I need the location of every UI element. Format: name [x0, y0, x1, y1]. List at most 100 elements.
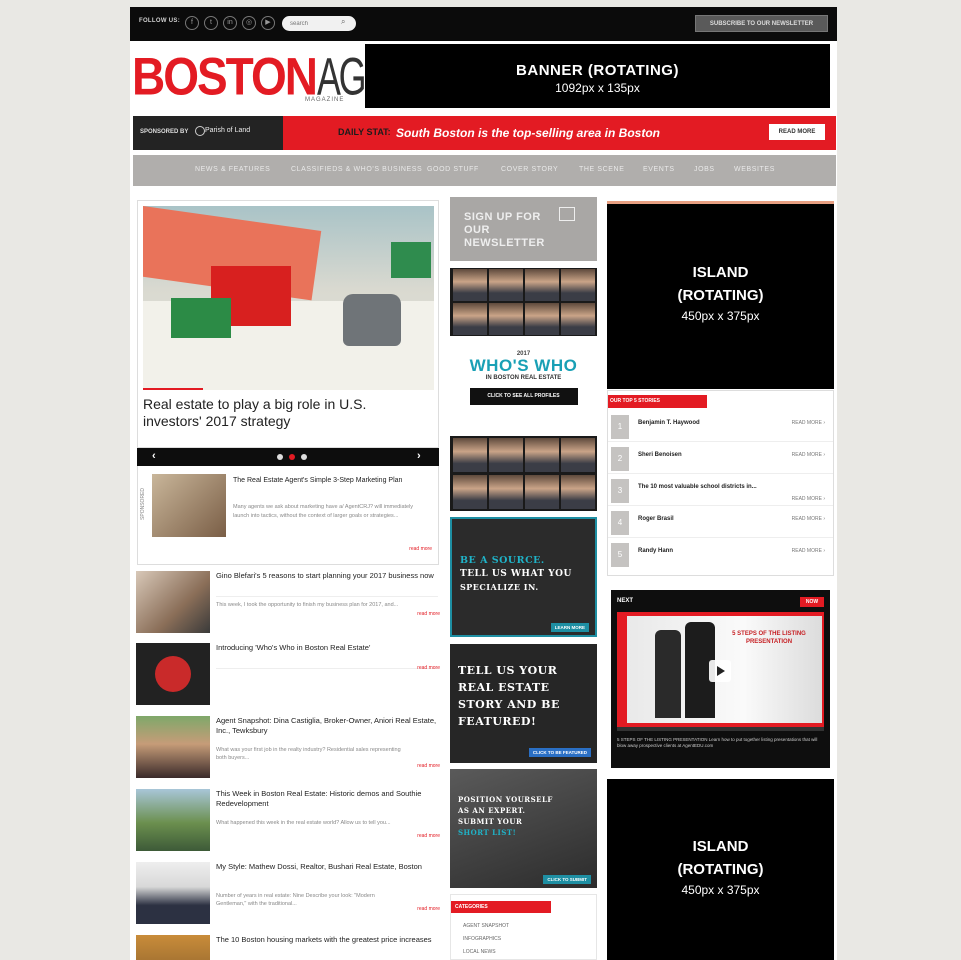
video-progress-bar[interactable] [617, 727, 824, 731]
article-read-more[interactable]: read more [417, 665, 440, 671]
story-read-more[interactable]: READ MORE › [792, 496, 825, 502]
article-title[interactable]: Agent Snapshot: Dina Castiglia, Broker-O… [216, 716, 438, 736]
nav-item-jobs[interactable]: JOBS [694, 166, 715, 173]
slider-dot-active[interactable] [289, 454, 295, 460]
subscribe-newsletter-button[interactable]: SUBSCRIBE TO OUR NEWSLETTER [695, 15, 828, 32]
list-item[interactable]: Agent Snapshot: Dina Castiglia, Broker-O… [136, 716, 440, 782]
list-item[interactable]: The 10 Boston housing markets with the g… [136, 935, 440, 960]
person-photo [561, 475, 595, 509]
position-yourself-button[interactable]: CLICK TO SUBMIT [543, 875, 591, 884]
list-item[interactable]: 1 Benjamin T. Haywood READ MORE › [608, 411, 833, 442]
article-thumbnail[interactable] [136, 571, 210, 633]
rank-number: 2 [611, 447, 629, 471]
story-title[interactable]: The 10 most valuable school districts in… [638, 484, 757, 490]
article-thumbnail[interactable] [136, 862, 210, 924]
nav-item-classifieds[interactable]: CLASSIFIEDS & WHO'S BUSINESS [291, 166, 422, 173]
story-read-more[interactable]: READ MORE › [792, 548, 825, 554]
article-title[interactable]: Introducing 'Who's Who in Boston Real Es… [216, 643, 438, 653]
whos-who-photos-top[interactable] [450, 268, 597, 336]
list-item[interactable]: Gino Blefari's 5 reasons to start planni… [136, 571, 440, 637]
video-player[interactable]: NEXT NOW 5 STEPS OF THE LISTING PRESENTA… [611, 590, 830, 768]
follow-us-label: FOLLOW US: [139, 18, 180, 24]
article-thumbnail[interactable] [136, 935, 210, 960]
search-icon[interactable]: ⌕ [341, 17, 345, 27]
slider-next-icon[interactable]: › [417, 450, 421, 462]
story-read-more[interactable]: READ MORE › [792, 420, 825, 426]
list-item[interactable]: 5 Randy Hann READ MORE › [608, 539, 833, 570]
article-title[interactable]: My Style: Mathew Dossi, Realtor, Bushari… [216, 862, 438, 872]
category-link[interactable]: AGENT SNAPSHOT [463, 923, 509, 929]
category-link[interactable]: LOCAL NEWS [463, 949, 496, 955]
video-caption: 5 STEPS OF THE LISTING PRESENTATION Lear… [617, 737, 818, 748]
island-ad-top[interactable]: ISLAND (ROTATING) 450px x 375px [607, 201, 834, 389]
story-title[interactable]: Roger Brasil [638, 516, 674, 522]
newsletter-signup-label: SIGN UP FOR OUR NEWSLETTER [464, 211, 545, 249]
list-item[interactable]: 3 The 10 most valuable school districts … [608, 475, 833, 506]
story-read-more[interactable]: READ MORE › [792, 516, 825, 522]
person-photo [489, 438, 523, 472]
newsletter-signup-ad[interactable]: SIGN UP FOR OUR NEWSLETTER [450, 197, 597, 261]
play-icon[interactable] [709, 660, 731, 682]
story-title[interactable]: Sheri Benoisen [638, 452, 682, 458]
sponsor-name[interactable]: Parish of Land [205, 127, 250, 134]
linkedin-icon[interactable]: in [223, 16, 237, 30]
story-title[interactable]: Randy Hann [638, 548, 673, 554]
twitter-icon[interactable]: t [204, 16, 218, 30]
position-yourself-ad[interactable]: POSITION YOURSELF AS AN EXPERT. SUBMIT Y… [450, 769, 597, 888]
article-thumbnail[interactable] [136, 716, 210, 778]
list-item[interactable]: My Style: Mathew Dossi, Realtor, Bushari… [136, 862, 440, 928]
categories-header: CATEGORIES [451, 901, 551, 913]
article-read-more[interactable]: read more [417, 833, 440, 839]
featured-story[interactable]: Real estate to play a big role in U.S. i… [137, 200, 439, 448]
slider-dot[interactable] [277, 454, 283, 460]
youtube-icon[interactable]: ▶ [261, 16, 275, 30]
categories-widget: CATEGORIES AGENT SNAPSHOT INFOGRAPHICS L… [450, 894, 597, 960]
sponsored-story-read-more[interactable]: read more [409, 546, 432, 552]
promo-line: BE A SOURCE. [460, 555, 545, 566]
whos-who-photos-bottom[interactable] [450, 436, 597, 511]
be-a-source-button[interactable]: LEARN MORE [550, 623, 589, 632]
island-ad-bottom[interactable]: ISLAND (ROTATING) 450px x 375px [607, 779, 834, 960]
article-read-more[interactable]: read more [417, 763, 440, 769]
whos-who-ad[interactable]: 2017 WHO'S WHO IN BOSTON REAL ESTATE CLI… [450, 337, 597, 437]
nav-item-good-stuff[interactable]: GOOD STUFF [427, 166, 479, 173]
sponsored-story-title[interactable]: The Real Estate Agent's Simple 3-Step Ma… [233, 476, 428, 486]
tell-your-story-ad[interactable]: TELL US YOUR REAL ESTATE STORY AND BE FE… [450, 644, 597, 763]
nav-item-the-scene[interactable]: THE SCENE [579, 166, 624, 173]
instagram-icon[interactable]: ◎ [242, 16, 256, 30]
sponsored-story-image[interactable] [152, 474, 226, 537]
daily-stat-read-more-button[interactable]: READ MORE [769, 124, 825, 140]
be-a-source-ad[interactable]: BE A SOURCE. TELL US WHAT YOU SPECIALIZE… [450, 517, 597, 637]
featured-title[interactable]: Real estate to play a big role in U.S. i… [143, 396, 423, 430]
list-item[interactable]: Introducing 'Who's Who in Boston Real Es… [136, 643, 440, 709]
promo-line: SUBMIT YOUR [458, 817, 523, 826]
whos-who-profiles-button[interactable]: CLICK TO SEE ALL PROFILES [469, 388, 578, 405]
nav-item-news[interactable]: NEWS & FEATURES [195, 166, 270, 173]
featured-image[interactable] [143, 206, 434, 390]
nav-item-cover-story[interactable]: COVER STORY [501, 166, 558, 173]
slider-prev-icon[interactable]: ‹ [152, 450, 156, 462]
tell-your-story-button[interactable]: CLICK TO BE FEATURED [528, 748, 591, 757]
category-link[interactable]: INFOGRAPHICS [463, 936, 501, 942]
person-photo [525, 269, 559, 301]
story-title[interactable]: Benjamin T. Haywood [638, 420, 700, 426]
article-title[interactable]: The 10 Boston housing markets with the g… [216, 935, 438, 945]
sponsored-story[interactable]: SPONSORED The Real Estate Agent's Simple… [137, 466, 439, 565]
story-read-more[interactable]: READ MORE › [792, 452, 825, 458]
article-thumbnail[interactable] [136, 643, 210, 705]
facebook-icon[interactable]: f [185, 16, 199, 30]
article-read-more[interactable]: read more [417, 611, 440, 617]
article-title[interactable]: This Week in Boston Real Estate: Histori… [216, 789, 438, 809]
list-item[interactable]: This Week in Boston Real Estate: Histori… [136, 789, 440, 855]
article-read-more[interactable]: read more [417, 906, 440, 912]
person-photo [489, 269, 523, 301]
list-item[interactable]: 2 Sheri Benoisen READ MORE › [608, 443, 833, 474]
nav-item-events[interactable]: EVENTS [643, 166, 675, 173]
video-screen[interactable]: 5 STEPS OF THE LISTING PRESENTATION [617, 612, 824, 727]
nav-item-websites[interactable]: WEBSITES [734, 166, 775, 173]
article-title[interactable]: Gino Blefari's 5 reasons to start planni… [216, 571, 438, 581]
article-thumbnail[interactable] [136, 789, 210, 851]
slider-dot[interactable] [301, 454, 307, 460]
rotating-banner-ad[interactable]: BANNER (ROTATING) 1092px x 135px [365, 44, 830, 108]
list-item[interactable]: 4 Roger Brasil READ MORE › [608, 507, 833, 538]
